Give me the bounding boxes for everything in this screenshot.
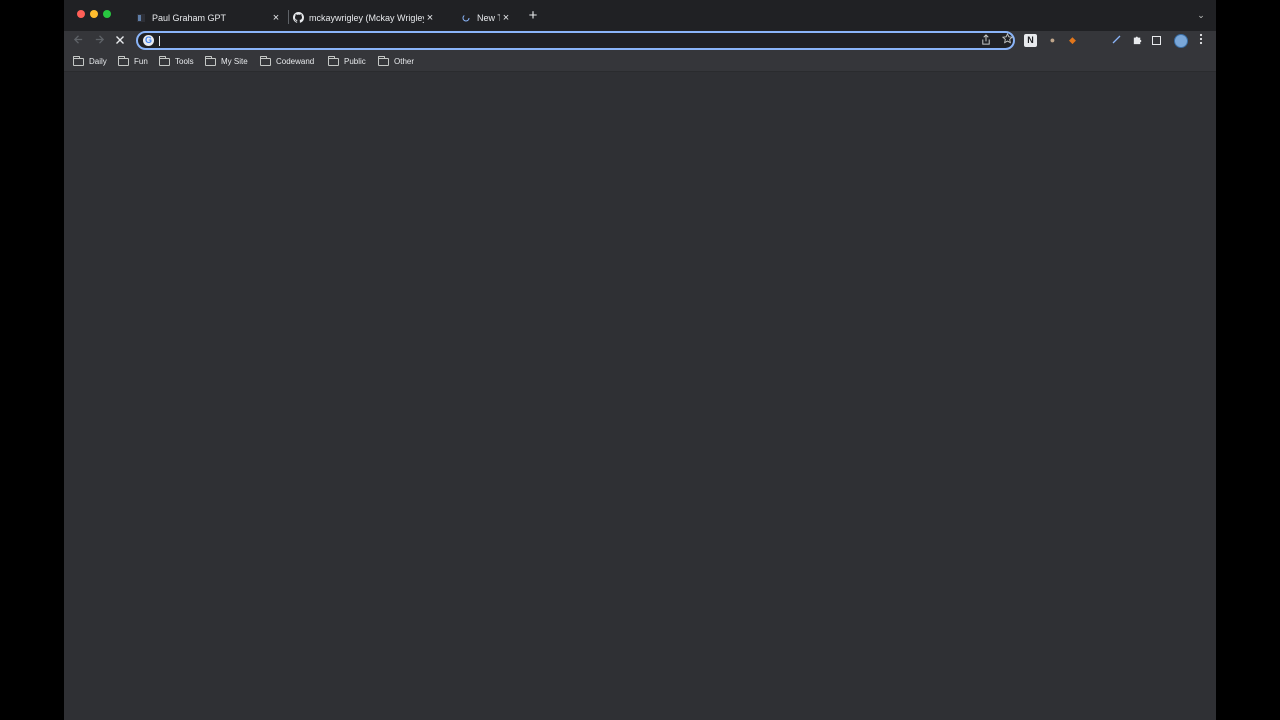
bookmark-star-icon[interactable] [1000, 32, 1014, 47]
tab-paul-graham-gpt[interactable]: Paul Graham GPT × [130, 4, 288, 31]
monkey-extension-icon[interactable]: ● [1046, 34, 1059, 47]
text-caret [159, 36, 160, 46]
address-bar[interactable]: G [136, 31, 1015, 50]
extensions-puzzle-icon[interactable] [1131, 34, 1144, 47]
close-tab-icon[interactable]: × [270, 12, 282, 24]
toolbar: G N ● ◆ [64, 31, 1216, 51]
bookmark-folder-tools[interactable]: Tools [159, 55, 194, 68]
folder-icon [328, 55, 339, 66]
pg-icon [135, 12, 147, 24]
bookmark-folder-fun[interactable]: Fun [118, 55, 148, 68]
tab-title: New Tab [477, 12, 500, 23]
github-icon [292, 12, 304, 24]
bookmark-label: Daily [89, 57, 107, 66]
bookmark-label: Other [394, 57, 415, 66]
browser-window: Paul Graham GPT × mckaywrigley (Mckay Wr… [64, 0, 1216, 720]
bookmark-label: Codewand [276, 57, 315, 66]
tab-github-mckaywrigley[interactable]: mckaywrigley (Mckay Wrigley) × [288, 4, 442, 31]
bookmark-folder-daily[interactable]: Daily [73, 55, 107, 68]
folder-icon [205, 55, 216, 66]
loading-icon [460, 12, 472, 24]
bookmark-label: Fun [134, 57, 148, 66]
menu-dots-icon[interactable] [1194, 33, 1208, 49]
folder-icon [73, 55, 84, 66]
close-tab-icon[interactable]: × [424, 12, 436, 24]
folder-icon [378, 55, 389, 66]
share-icon[interactable] [980, 34, 992, 48]
profile-avatar[interactable] [1174, 34, 1188, 48]
tab-title: mckaywrigley (Mckay Wrigley) [309, 12, 424, 23]
bookmark-folder-other[interactable]: Other [378, 55, 414, 68]
tab-title: Paul Graham GPT [152, 12, 227, 23]
folder-icon [260, 55, 271, 66]
close-window-button[interactable] [77, 10, 85, 18]
address-input[interactable] [158, 34, 968, 47]
new-tab-button[interactable]: + [526, 8, 540, 23]
bookmark-folder-public[interactable]: Public [328, 55, 366, 68]
metamask-extension-icon[interactable]: ◆ [1066, 34, 1079, 47]
bookmark-folder-my-site[interactable]: My Site [205, 55, 248, 68]
stop-loading-button[interactable] [112, 33, 128, 49]
bookmark-label: Public [344, 57, 366, 66]
tab-strip: Paul Graham GPT × mckaywrigley (Mckay Wr… [64, 0, 1216, 31]
bookmarks-bar: Daily Fun Tools My Site Codewand Public … [64, 51, 1216, 72]
notion-extension-icon[interactable]: N [1024, 34, 1037, 47]
google-icon: G [143, 35, 154, 46]
folder-icon [118, 55, 129, 66]
page-content[interactable] [64, 72, 1216, 720]
folder-icon [159, 55, 170, 66]
tab-search-icon[interactable]: ⌄ [1195, 10, 1207, 22]
side-panel-icon[interactable] [1152, 36, 1161, 45]
minimize-window-button[interactable] [90, 10, 98, 18]
maximize-window-button[interactable] [103, 10, 111, 18]
back-button[interactable] [70, 33, 86, 49]
pen-extension-icon[interactable] [1110, 34, 1123, 47]
bookmark-label: My Site [221, 57, 248, 66]
tab-new-tab[interactable]: New Tab × [456, 4, 518, 31]
close-tab-icon[interactable]: × [500, 12, 512, 24]
bookmark-folder-codewand[interactable]: Codewand [260, 55, 314, 68]
forward-button[interactable] [91, 33, 107, 49]
bookmark-label: Tools [175, 57, 194, 66]
